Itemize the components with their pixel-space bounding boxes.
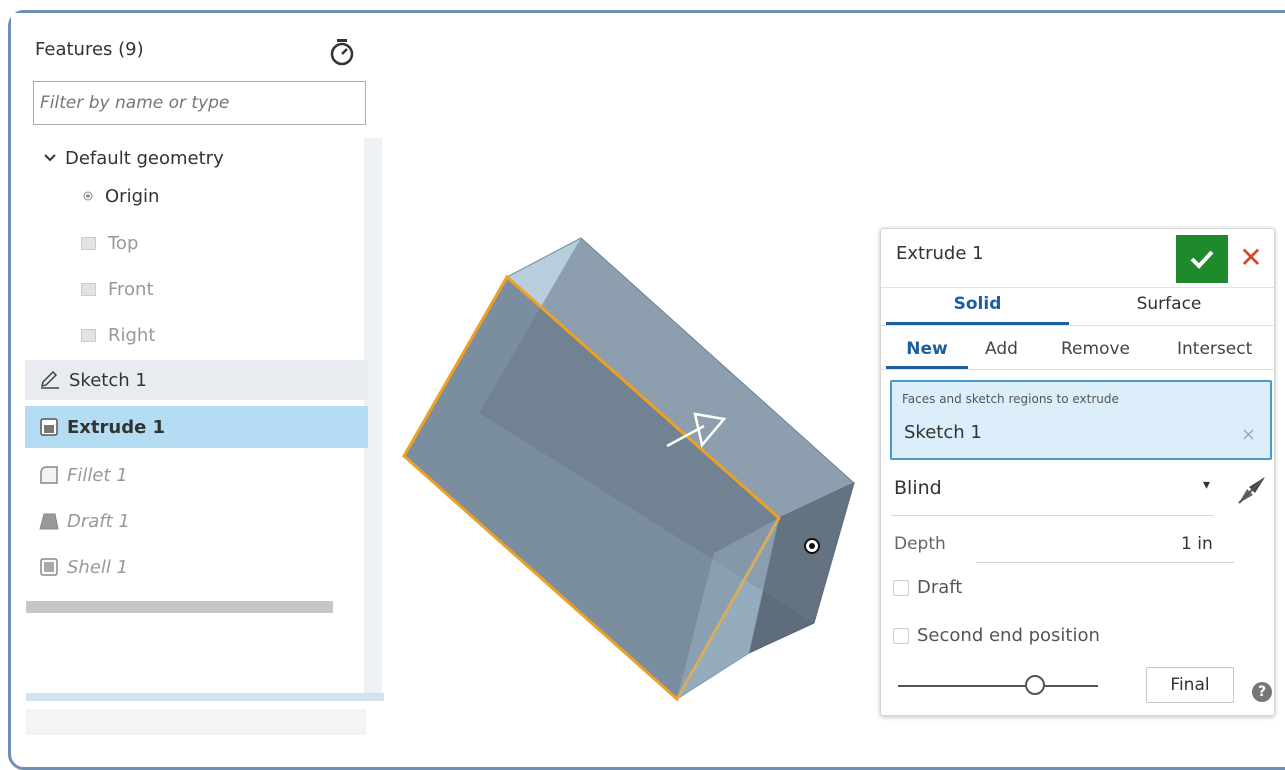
history-slider-knob[interactable]	[1025, 675, 1045, 695]
history-slider-track[interactable]	[898, 685, 1098, 687]
parts-list-header	[26, 709, 366, 735]
draft-option[interactable]: Draft	[893, 577, 962, 598]
extrude-dialog: Extrude 1 ✕ Solid Surface New Add Remove…	[880, 228, 1275, 716]
second-end-label: Second end position	[917, 625, 1100, 646]
fillet-icon	[40, 466, 58, 484]
dialog-divider	[881, 369, 1274, 370]
origin-label: Origin	[105, 185, 160, 207]
feature-label: Shell 1	[67, 556, 129, 578]
help-icon[interactable]: ?	[1252, 682, 1272, 702]
tree-item-right-plane[interactable]: Right	[25, 315, 368, 355]
plane-label-right: Right	[108, 324, 156, 346]
horizontal-scrollbar[interactable]	[26, 601, 333, 613]
shell-icon	[40, 558, 58, 576]
extrude-icon	[40, 418, 58, 436]
origin-icon	[83, 191, 93, 201]
selection-value: Sketch 1	[904, 422, 982, 443]
stopwatch-icon[interactable]	[329, 37, 355, 67]
tab-new[interactable]: New	[886, 331, 968, 369]
feature-label: Draft 1	[67, 510, 130, 532]
depth-input[interactable]: 1 in	[1181, 534, 1213, 554]
tree-item-default-geometry[interactable]: Default geometry	[25, 138, 368, 178]
cancel-button[interactable]: ✕	[1236, 241, 1266, 275]
feature-label: Fillet 1	[67, 464, 128, 486]
dialog-divider	[881, 325, 1274, 326]
depth-label: Depth	[894, 534, 946, 554]
feature-label: Extrude 1	[67, 416, 166, 438]
tab-remove[interactable]: Remove	[1061, 331, 1130, 369]
feature-item-shell-1[interactable]: Shell 1	[25, 547, 368, 587]
feature-item-extrude-1[interactable]: Extrude 1	[25, 406, 368, 448]
flip-direction-icon[interactable]	[1233, 473, 1269, 509]
tab-solid[interactable]: Solid	[886, 289, 1069, 325]
graphics-viewport[interactable]	[384, 13, 874, 721]
plane-label-top: Top	[108, 232, 139, 254]
tab-intersect[interactable]: Intersect	[1177, 331, 1252, 369]
dialog-title: Extrude 1	[896, 243, 984, 264]
feature-item-fillet-1[interactable]: Fillet 1	[25, 455, 368, 495]
tree-item-top-plane[interactable]: Top	[25, 223, 368, 263]
accept-button[interactable]	[1176, 235, 1228, 283]
pencil-icon	[40, 371, 59, 389]
tab-add[interactable]: Add	[985, 331, 1018, 369]
tree-item-front-plane[interactable]: Front	[25, 269, 368, 309]
plane-label-front: Front	[108, 278, 154, 300]
feature-filter-input[interactable]	[33, 81, 366, 125]
second-end-option[interactable]: Second end position	[893, 625, 1100, 646]
feature-item-draft-1[interactable]: Draft 1	[25, 501, 368, 541]
feature-panel: Features (9) Default geometry Origin Top…	[11, 13, 384, 735]
final-button[interactable]: Final	[1146, 667, 1234, 703]
draft-icon	[39, 513, 59, 530]
plane-icon	[81, 282, 96, 296]
clear-selection-icon[interactable]: ×	[1241, 424, 1256, 445]
second-end-checkbox[interactable]	[893, 627, 909, 644]
dialog-divider	[881, 287, 1274, 288]
caret-down-icon[interactable]: ▾	[1203, 477, 1210, 493]
selection-label: Faces and sketch regions to extrude	[902, 392, 1119, 406]
end-type-select[interactable]: Blind	[894, 477, 942, 499]
plane-icon	[81, 236, 96, 250]
tab-surface[interactable]: Surface	[1069, 289, 1269, 325]
draft-label: Draft	[917, 577, 963, 598]
selection-field[interactable]: Faces and sketch regions to extrude Sket…	[890, 380, 1272, 460]
depth-underline	[976, 562, 1234, 563]
tree-item-origin[interactable]: Origin	[25, 176, 368, 216]
features-header: Features (9)	[35, 39, 144, 60]
plane-icon	[81, 328, 96, 342]
checkmark-icon	[1190, 250, 1214, 269]
panel-splitter[interactable]	[26, 693, 384, 701]
chevron-down-icon[interactable]	[43, 153, 57, 163]
manipulator-dot	[809, 543, 815, 549]
end-type-underline	[891, 515, 1214, 516]
extrude-preview-model[interactable]	[384, 13, 874, 721]
default-geometry-label: Default geometry	[65, 147, 224, 169]
feature-label: Sketch 1	[69, 369, 147, 391]
draft-checkbox[interactable]	[893, 579, 909, 596]
feature-item-sketch-1[interactable]: Sketch 1	[25, 360, 368, 400]
